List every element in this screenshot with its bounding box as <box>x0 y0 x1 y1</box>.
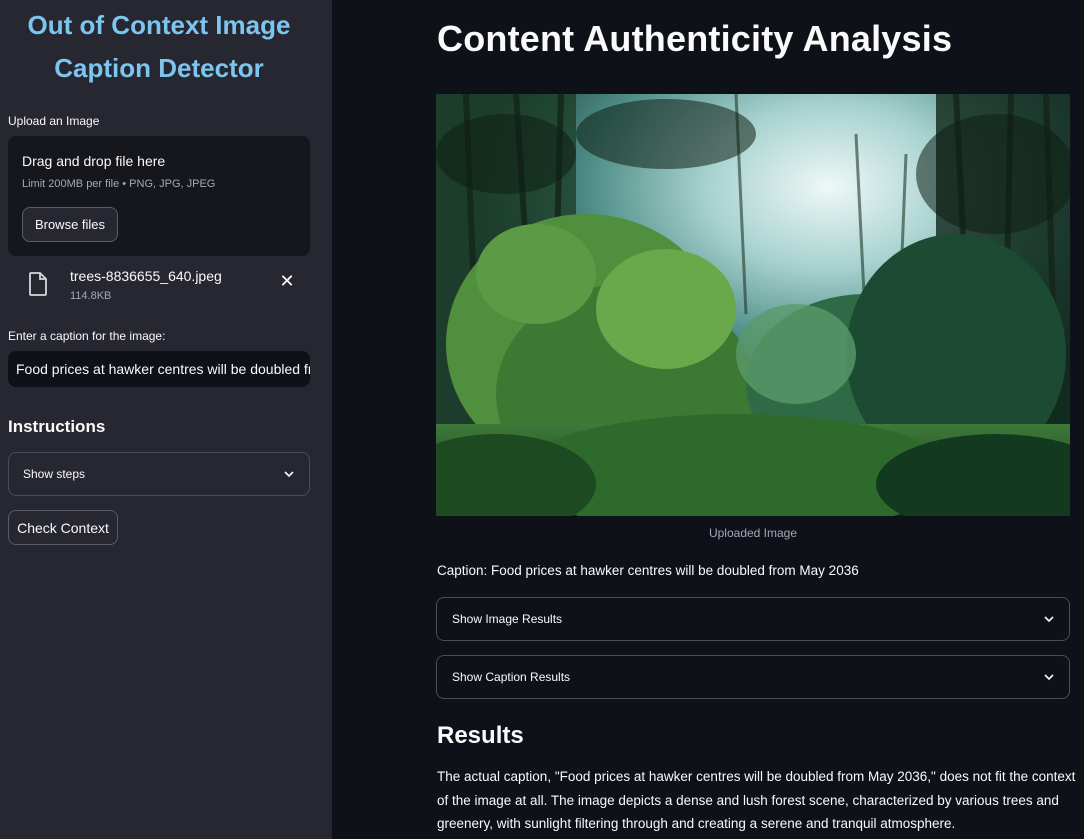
results-text: The actual caption, "Food prices at hawk… <box>437 769 1076 831</box>
drag-drop-text: Drag and drop file here <box>22 153 166 169</box>
chevron-down-icon <box>1044 674 1054 681</box>
upload-label: Upload an Image <box>8 114 100 128</box>
app-title-line2: Caption Detector <box>54 53 264 83</box>
file-size: 114.8KB <box>70 290 112 302</box>
file-name: trees-8836655_640.jpeg <box>70 268 222 284</box>
image-caption: Uploaded Image <box>708 526 798 540</box>
page-title: Content Authenticity Analysis <box>437 18 953 59</box>
image-results-expander[interactable]: Show Image Results <box>436 597 1070 641</box>
caption-results-label: Show Caption Results <box>452 670 571 684</box>
check-context-button[interactable]: Check Context <box>8 510 118 545</box>
upload-limit-text: Limit 200MB per file • PNG, JPG, JPEG <box>22 178 216 190</box>
file-uploader-dropzone[interactable]: Drag and drop file here Limit 200MB per … <box>8 136 310 256</box>
browse-files-button[interactable]: Browse files <box>22 207 118 242</box>
sidebar: Out of Context Image Caption Detector Up… <box>0 0 332 839</box>
caption-text: Caption: Food prices at hawker centres w… <box>437 563 859 578</box>
caption-label: Enter a caption for the image: <box>8 329 166 343</box>
uploaded-image <box>436 94 1070 516</box>
caption-results-expander[interactable]: Show Caption Results <box>436 655 1070 699</box>
caption-input[interactable]: Food prices at hawker centres will be do… <box>8 351 310 387</box>
app-title: Out of Context Image Caption Detector <box>0 4 318 90</box>
show-steps-expander[interactable]: Show steps <box>8 452 310 496</box>
uploaded-file-item: trees-8836655_640.jpeg 114.8KB ✕ <box>8 264 310 308</box>
results-heading: Results <box>437 722 524 749</box>
instructions-heading: Instructions <box>8 417 106 436</box>
file-icon <box>29 272 47 296</box>
chevron-down-icon <box>1044 616 1054 623</box>
app-title-line1: Out of Context Image <box>27 10 291 40</box>
show-steps-label: Show steps <box>23 467 86 481</box>
image-results-label: Show Image Results <box>452 612 563 626</box>
chevron-down-icon <box>284 471 294 478</box>
close-icon[interactable]: ✕ <box>278 272 296 290</box>
